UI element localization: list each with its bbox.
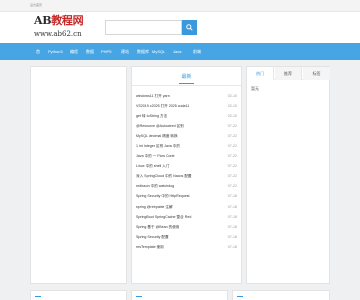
article-row[interactable]: Linux 中的 shell 入门 07-22 [136,161,237,171]
article-row[interactable]: Spring Security 中的 HttpRequest 07-18 [136,191,237,201]
article-title-link[interactable]: @Resource @Autowired 区别 [136,121,184,131]
nav-item-2[interactable]: 编程 [70,43,78,60]
section-marker [35,296,41,297]
article-title-link[interactable]: SpringBoot SpringCache 整合 Red [136,212,191,222]
search-button[interactable] [182,20,197,35]
nav-item-6[interactable]: 数据库 [137,43,149,60]
latest-articles-panel: 最新 windows11 打开 yarn 02-10 VS2019 c2025 打开… [131,66,242,284]
nav-item-mysql[interactable]: MySQL [152,43,165,60]
bottom-panel-middle [131,290,228,300]
article-date: 07-22 [227,174,237,179]
search-icon [186,24,193,31]
article-date: 07-18 [227,234,237,239]
logo-ab: AB [34,14,52,27]
article-date: 07-22 [227,184,237,189]
article-row[interactable]: @Resource @Autowired 区别 07-22 [136,121,237,131]
article-title-link[interactable]: Spring Security 中的 HttpRequest [136,191,190,201]
nav-item-php5[interactable]: PHP5 [101,43,111,60]
logo-url: www.ab62.cn [34,30,82,38]
nav-item-3[interactable]: 数据 [86,43,94,60]
bottom-panel-right [232,290,330,300]
article-title-link[interactable]: Spring Security 配置 [136,232,169,242]
article-date: 02-10 [227,104,237,109]
article-row[interactable]: Java 中的 一 Flow Contr 07-22 [136,151,237,161]
bottom-panel-left [30,290,127,300]
article-title-link[interactable]: get 转 toString 方法 [136,111,167,121]
article-list: windows11 打开 yarn 02-10 VS2019 c2025 打开 20… [136,91,237,252]
article-date: 02-10 [227,94,237,98]
article-date: 07-22 [227,134,237,139]
article-title-link[interactable]: Linux 中的 shell 入门 [136,161,169,171]
title-underline [179,83,194,84]
article-row[interactable]: windows11 打开 yarn 02-10 [136,91,237,101]
article-date: 07-18 [227,214,237,219]
section-marker [136,296,142,297]
article-date: 07-18 [227,224,237,229]
article-title-link[interactable]: MySQL decimal 精度 转换 [136,131,178,141]
section-marker [237,296,243,297]
article-row[interactable]: Spring 基于 @Bean 的使用 07-18 [136,222,237,232]
article-title-link[interactable]: Java 中的 一 Flow Contr [136,151,175,161]
tab-hot[interactable]: 热门 [247,67,274,80]
article-date: 07-18 [227,244,237,249]
top-bar: 设为首页 [0,0,360,12]
article-title-link[interactable]: Spring 基于 @Bean 的使用 [136,222,179,232]
tab-tags[interactable]: 标签 [303,67,330,80]
article-row[interactable]: SpringBoot SpringCache 整合 Red 07-18 [136,212,237,222]
article-row[interactable]: get 转 toString 方法 02-10 [136,111,237,121]
article-date: 07-22 [227,124,237,129]
nav-item-9[interactable]: 前端 [193,43,201,60]
article-row[interactable]: 深入 SpringCloud 中的 Nacos 配置 07-22 [136,171,237,181]
article-date: 07-22 [227,164,237,169]
article-date: 02-10 [227,114,237,119]
article-title-link[interactable]: redisson 中的 watchdog [136,181,174,191]
search-box [105,20,198,35]
left-panel [30,66,127,284]
right-panel: 热门 推荐 标签 暂无 [246,66,330,284]
article-row[interactable]: spring @retryable 注解 07-18 [136,202,237,212]
latest-title: 最新 [181,74,192,80]
article-title-link[interactable]: 深入 SpringCloud 中的 Nacos 配置 [136,171,192,181]
article-title-link[interactable]: 1 int Integer 区别 Java 中的 [136,141,180,151]
main-nav: 首 Python3 编程 数据 PHP5 建站 数据库 MySQL Java 前… [0,43,360,60]
article-title-link[interactable]: windows11 打开 yarn [136,91,170,101]
article-row[interactable]: MySQL decimal 精度 转换 07-22 [136,131,237,141]
nav-item-python3[interactable]: Python3 [48,43,63,60]
latest-header: 最新 [132,67,241,86]
article-title-link[interactable]: VS2019 c2025 打开 2025 cuda11 [136,101,189,111]
logo-title: 教程网 [51,14,84,27]
nav-item-java[interactable]: Java [173,43,181,60]
article-date: 07-18 [227,204,237,209]
set-homepage-link[interactable]: 设为首页 [30,3,42,7]
nav-item-5[interactable]: 建站 [121,43,129,60]
article-title-link[interactable]: spring @retryable 注解 [136,202,173,212]
right-tabs: 热门 推荐 标签 [247,67,330,80]
article-date: 07-22 [227,144,237,149]
article-row[interactable]: VS2019 c2025 打开 2025 cuda11 02-10 [136,101,237,111]
article-row[interactable]: resTemplate 使用 07-18 [136,242,237,252]
nav-item-home[interactable]: 首 [36,43,40,60]
article-date: 07-22 [227,154,237,159]
article-title-link[interactable]: resTemplate 使用 [136,242,164,252]
tab-content: 暂无 [251,86,259,91]
article-row[interactable]: Spring Security 配置 07-18 [136,232,237,242]
article-row[interactable]: redisson 中的 watchdog 07-22 [136,181,237,191]
site-logo[interactable]: AB教程网 www.ab62.cn [34,14,84,41]
search-input[interactable] [105,20,182,35]
article-date: 07-18 [227,194,237,199]
tab-recommend[interactable]: 推荐 [275,67,302,80]
article-row[interactable]: 1 int Integer 区别 Java 中的 07-22 [136,141,237,151]
